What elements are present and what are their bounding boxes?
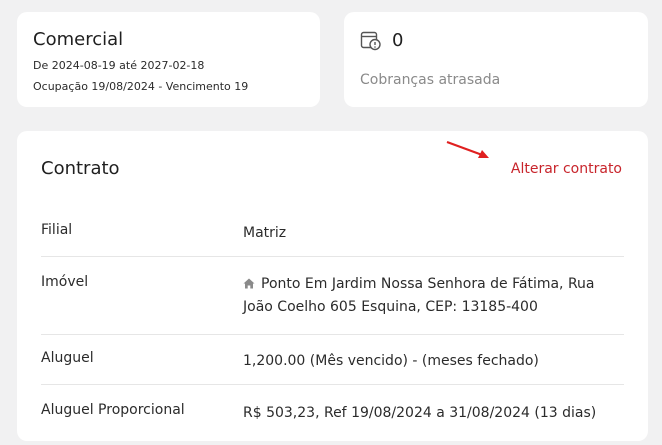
contract-row-filial: Filial Matriz (41, 211, 624, 257)
row-value: R$ 503,23, Ref 19/08/2024 a 31/08/2024 (… (243, 405, 597, 421)
overdue-card: 0 Cobranças atrasada (344, 12, 648, 107)
alter-contract-link[interactable]: Alterar contrato (511, 161, 622, 177)
home-icon (243, 278, 255, 289)
contract-title: Contrato (41, 158, 120, 179)
row-value: Matriz (243, 225, 287, 241)
overdue-bill-icon (360, 31, 381, 51)
overdue-label: Cobranças atrasada (360, 72, 501, 88)
row-value-wrap: Ponto Em Jardim Nossa Senhora de Fátima,… (243, 273, 623, 319)
plan-card: Comercial De 2024-08-19 até 2027-02-18 O… (17, 12, 320, 107)
row-value: 1,200.00 (Mês vencido) - (meses fechado) (243, 353, 539, 369)
row-label: Aluguel (41, 350, 94, 366)
arrow-annotation-icon (446, 140, 489, 158)
plan-title: Comercial (33, 29, 124, 50)
row-label: Aluguel Proporcional (41, 402, 185, 418)
row-label: Filial (41, 222, 73, 238)
contract-row-imovel: Imóvel Ponto Em Jardim Nossa Senhora de … (41, 257, 624, 335)
plan-occupancy: Ocupação 19/08/2024 - Vencimento 19 (33, 80, 249, 93)
contract-row-aluguel: Aluguel 1,200.00 (Mês vencido) - (meses … (41, 335, 624, 385)
contract-card: Contrato Alterar contrato Filial Matriz … (17, 131, 648, 441)
overdue-count: 0 (392, 30, 404, 51)
property-address: Ponto Em Jardim Nossa Senhora de Fátima,… (243, 276, 595, 315)
row-label: Imóvel (41, 274, 89, 290)
contract-row-aluguel-proporcional: Aluguel Proporcional R$ 503,23, Ref 19/0… (41, 385, 624, 445)
plan-dates: De 2024-08-19 até 2027-02-18 (33, 59, 205, 72)
